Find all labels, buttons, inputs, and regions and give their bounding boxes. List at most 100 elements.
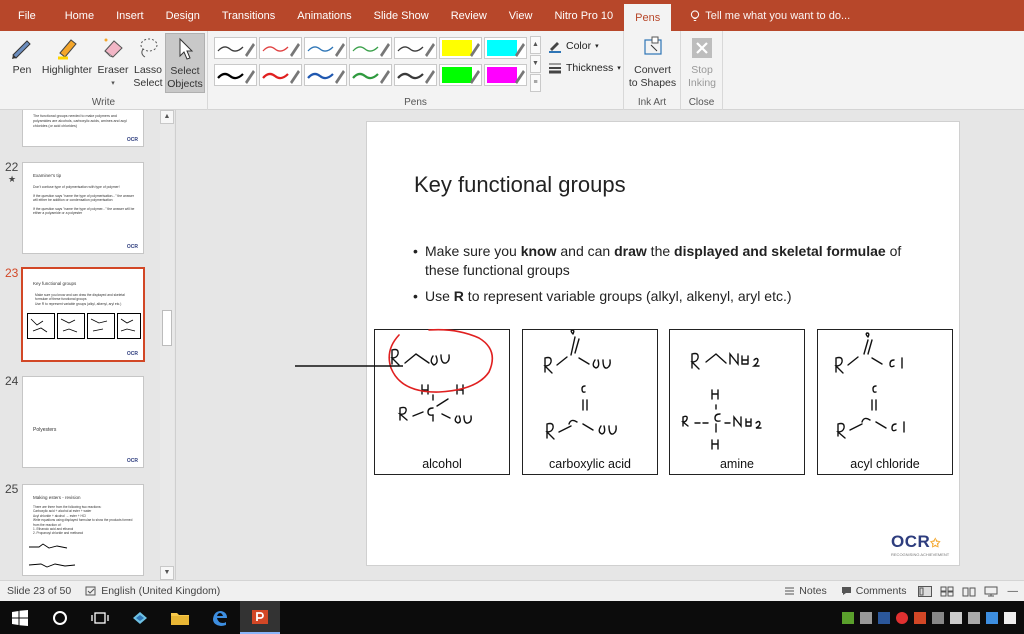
alcohol-box[interactable]: alcohol: [374, 329, 510, 475]
current-slide[interactable]: Key functional groups Make sure you know…: [366, 121, 960, 566]
menu-insert[interactable]: Insert: [105, 0, 155, 31]
pen-gallery: [214, 37, 527, 86]
slide-thumbnail-23[interactable]: Key functional groups Make sure you know…: [21, 267, 145, 362]
convert-label-2: to Shapes: [628, 77, 677, 89]
pen-swatch-1-4[interactable]: [349, 37, 392, 59]
eraser-button[interactable]: Eraser ▾: [96, 35, 130, 90]
tray-app-icon-8[interactable]: [1004, 611, 1016, 624]
slide-thumbnail-24[interactable]: Polyesters OCR: [22, 376, 144, 468]
tray-app-icon-6[interactable]: [950, 611, 962, 624]
slide-show-view-button[interactable]: [980, 586, 1002, 597]
thumb-22-logo: OCR: [126, 244, 138, 250]
menu-design[interactable]: Design: [155, 0, 211, 31]
lasso-select-button[interactable]: Lasso Select: [132, 35, 164, 90]
lightbulb-icon: [691, 9, 700, 21]
network-app-icon: [133, 611, 147, 624]
thumb-22-number: 22: [5, 160, 19, 174]
pen-button[interactable]: Pen: [4, 35, 40, 77]
eraser-dropdown-icon[interactable]: ▾: [96, 77, 130, 90]
start-button[interactable]: [0, 601, 40, 634]
bluetooth-icon[interactable]: [986, 611, 998, 624]
comments-button[interactable]: Comments: [834, 585, 914, 597]
slide-bullets[interactable]: Make sure you know and can draw the disp…: [413, 242, 913, 313]
menu-animations[interactable]: Animations: [286, 0, 362, 31]
menu-nitro[interactable]: Nitro Pro 10: [543, 0, 624, 31]
color-dropdown[interactable]: Color ▾: [548, 35, 621, 57]
pen-swatch-1-2[interactable]: [259, 37, 302, 59]
zoom-out-button[interactable]: —: [1002, 585, 1024, 597]
bullet-1-bold-3: displayed and skeletal formulae: [674, 243, 886, 259]
task-view-button[interactable]: [80, 601, 120, 634]
tray-word-icon[interactable]: [878, 611, 890, 624]
stop-inking-button[interactable]: Stop Inking: [683, 35, 721, 90]
scrollbar-thumb[interactable]: [162, 310, 172, 346]
normal-view-button[interactable]: [914, 585, 936, 597]
ocr-logo-sub: RECOGNISING ACHIEVEMENT: [891, 552, 950, 557]
pen-swatch-2-5[interactable]: [394, 64, 437, 86]
pen-swatch-1-7[interactable]: [484, 37, 527, 59]
alcohol-label: alcohol: [422, 457, 462, 471]
slide-title[interactable]: Key functional groups: [414, 172, 626, 198]
menu-slide-show[interactable]: Slide Show: [363, 0, 440, 31]
menu-view[interactable]: View: [498, 0, 544, 31]
taskbar-file-explorer[interactable]: [160, 601, 200, 634]
thumb-22-line-2: If the question says "name the type of p…: [33, 193, 134, 203]
convert-to-shapes-button[interactable]: Convert to Shapes: [627, 35, 678, 90]
thumbnail-scrollbar[interactable]: ▲ ▼: [160, 110, 174, 580]
task-view-icon: [91, 611, 109, 624]
thumb-24-logo: OCR: [126, 458, 138, 464]
gallery-more-icon[interactable]: ≡: [530, 74, 541, 92]
pen-swatch-1-3[interactable]: [304, 37, 347, 59]
thickness-dropdown[interactable]: Thickness ▾: [548, 57, 621, 79]
cortana-button[interactable]: [40, 601, 80, 634]
slide-thumbnail-22[interactable]: Examiner's tip Don't confuse type of pol…: [22, 162, 144, 254]
pen-swatch-2-6[interactable]: [439, 64, 482, 86]
pen-swatch-2-4[interactable]: [349, 64, 392, 86]
slide-thumbnail-25[interactable]: Making esters - revision There are three…: [22, 484, 144, 576]
tray-app-icon-2[interactable]: [860, 611, 872, 624]
menu-transitions[interactable]: Transitions: [211, 0, 286, 31]
slide-counter[interactable]: Slide 23 of 50: [0, 585, 78, 597]
taskbar-edge[interactable]: [200, 601, 240, 634]
thumb-24-number: 24: [5, 374, 19, 388]
pen-swatch-2-2[interactable]: [259, 64, 302, 86]
menu-home[interactable]: Home: [54, 0, 105, 31]
acyl-chloride-box[interactable]: acyl chloride: [817, 329, 953, 475]
gallery-down-arrow-icon[interactable]: ▼: [530, 55, 541, 73]
menu-file[interactable]: File: [0, 0, 54, 31]
gallery-up-arrow-icon[interactable]: ▲: [530, 36, 541, 54]
tray-app-icon-7[interactable]: [968, 611, 980, 624]
scroll-up-arrow-icon[interactable]: ▲: [160, 110, 174, 124]
select-objects-button[interactable]: Select Objects: [165, 33, 205, 93]
highlighter-button[interactable]: Highlighter: [39, 35, 95, 77]
taskbar-app-network[interactable]: [120, 601, 160, 634]
tray-app-icon-3[interactable]: [896, 611, 908, 624]
slide-thumbnail-21[interactable]: The functional groups needed to make pol…: [22, 110, 144, 147]
language-indicator[interactable]: English (United Kingdom): [78, 585, 227, 597]
taskbar-powerpoint[interactable]: [240, 601, 280, 634]
reading-view-button[interactable]: [958, 586, 980, 597]
pen-swatch-1-5[interactable]: [394, 37, 437, 59]
thumb-22-line-1: Don't confuse type of polymerisation wit…: [33, 185, 120, 189]
thumb-23-logo: OCR: [126, 351, 138, 357]
slide-sorter-button[interactable]: [936, 586, 958, 597]
thumb-23-number: 23: [5, 266, 19, 280]
amine-box[interactable]: amine: [669, 329, 805, 475]
tray-app-icon-1[interactable]: [842, 611, 854, 624]
pen-swatch-2-3[interactable]: [304, 64, 347, 86]
pen-swatch-1-1[interactable]: [214, 37, 257, 59]
notes-button[interactable]: Notes: [777, 585, 833, 597]
scroll-down-arrow-icon[interactable]: ▼: [160, 566, 174, 580]
tray-app-icon-5[interactable]: [932, 611, 944, 624]
menu-review[interactable]: Review: [440, 0, 498, 31]
carboxylic-acid-box[interactable]: carboxylic acid: [522, 329, 658, 475]
acyl-chloride-structure-ink: [834, 332, 905, 439]
menu-pens[interactable]: Pens: [624, 4, 672, 31]
ocr-star-icon: ✩: [930, 536, 941, 550]
tell-me-box[interactable]: Tell me what you want to do...: [679, 0, 861, 31]
pen-swatch-2-1[interactable]: [214, 64, 257, 86]
pen-swatch-2-7[interactable]: [484, 64, 527, 86]
tray-app-icon-4[interactable]: [914, 611, 926, 624]
pen-swatch-1-6[interactable]: [439, 37, 482, 59]
pen-label: Pen: [12, 64, 32, 76]
